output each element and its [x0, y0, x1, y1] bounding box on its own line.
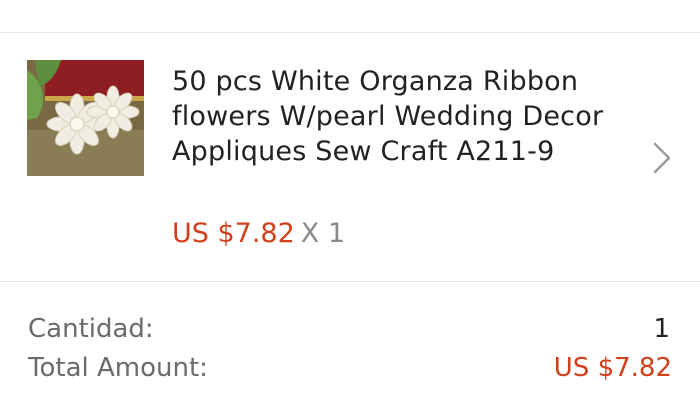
quantity-row: Cantidad: 1	[28, 310, 672, 348]
total-row: Total Amount: US $7.82	[28, 349, 672, 387]
order-item-row[interactable]: 50 pcs White Organza Ribbon flowers W/pe…	[0, 34, 700, 280]
product-title[interactable]: 50 pcs White Organza Ribbon flowers W/pe…	[172, 64, 632, 169]
item-quantity: X 1	[300, 218, 346, 249]
quantity-label: Cantidad:	[28, 314, 154, 344]
product-title-line: Appliques Sew Craft A211-9	[172, 136, 555, 167]
flower-applique-image	[27, 60, 144, 176]
item-price-line: US $7.82 X 1	[172, 216, 345, 252]
total-value: US $7.82	[553, 353, 672, 383]
chevron-right-icon[interactable]	[648, 138, 678, 178]
top-divider	[0, 32, 700, 33]
order-summary: Cantidad: 1 Total Amount: US $7.82	[0, 282, 700, 410]
product-title-line: flowers W/pearl Wedding Decor	[172, 101, 604, 132]
product-thumbnail[interactable]	[27, 60, 144, 176]
item-price: US $7.82	[172, 218, 295, 249]
quantity-value: 1	[653, 314, 670, 344]
product-title-line: 50 pcs White Organza Ribbon	[172, 66, 579, 97]
total-label: Total Amount:	[28, 353, 208, 383]
